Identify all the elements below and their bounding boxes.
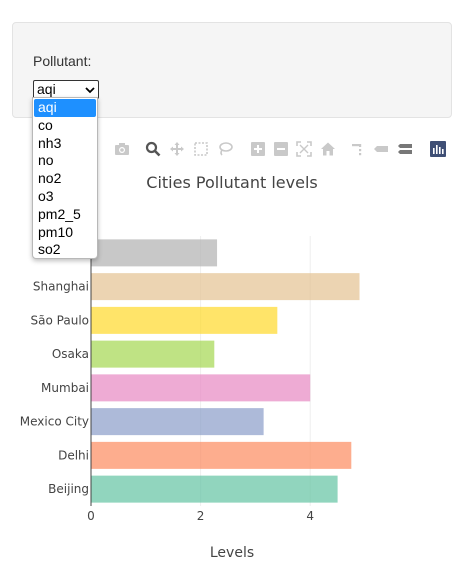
zoom-icon[interactable] (145, 141, 161, 157)
pan-icon[interactable] (169, 141, 185, 157)
zoom-in-icon[interactable] (250, 141, 266, 157)
dropdown-option-so2[interactable]: so2 (34, 241, 96, 259)
y-tick-label: Delhi (58, 448, 89, 462)
dropdown-option-no[interactable]: no (34, 152, 96, 170)
x-tick-label: 2 (197, 509, 205, 523)
dropdown-option-nh3[interactable]: nh3 (34, 135, 96, 153)
lasso-icon[interactable] (217, 141, 233, 157)
bar[interactable] (91, 273, 360, 301)
y-tick-label: Osaka (52, 347, 89, 361)
chart-modebar (114, 141, 454, 159)
dropdown-option-co[interactable]: co (34, 117, 96, 135)
chart-title: Cities Pollutant levels (146, 173, 317, 192)
y-tick-label: São Paulo (31, 313, 89, 327)
home-icon[interactable] (320, 141, 336, 157)
chevron-down-icon (85, 87, 95, 94)
box-select-icon[interactable] (193, 141, 209, 157)
autoscale-icon[interactable] (296, 141, 312, 157)
dropdown-option-o3[interactable]: o3 (34, 188, 96, 206)
hover-compare-icon[interactable] (397, 141, 413, 157)
x-tick-labels: 0 2 4 (87, 509, 314, 523)
spike-lines-icon[interactable] (349, 141, 365, 157)
bar[interactable] (91, 441, 352, 469)
x-tick-label: 0 (87, 509, 95, 523)
bar[interactable] (91, 306, 278, 334)
y-tick-label: Shanghai (33, 280, 89, 294)
pollutant-select-value: aqi (37, 81, 56, 97)
y-tick-label: Beijing (48, 482, 89, 496)
bar[interactable] (91, 340, 215, 368)
dropdown-option-no2[interactable]: no2 (34, 170, 96, 188)
bar[interactable] (91, 475, 338, 503)
dropdown-option-pm10[interactable]: pm10 (34, 224, 96, 242)
camera-icon[interactable] (114, 141, 130, 157)
x-tick-label: 4 (306, 509, 314, 523)
pollutant-label: Pollutant: (33, 53, 92, 69)
bar[interactable] (91, 239, 218, 267)
y-tick-label: Mexico City (20, 415, 89, 429)
zoom-out-icon[interactable] (273, 141, 289, 157)
dropdown-option-aqi[interactable]: aqi (34, 99, 96, 117)
plotly-logo-icon[interactable] (430, 141, 446, 157)
dropdown-option-pm2_5[interactable]: pm2_5 (34, 206, 96, 224)
x-axis-title: Levels (210, 545, 254, 561)
y-tick-labels: Beijing Delhi Mexico City Mumbai Osaka São Pa… (20, 280, 89, 497)
y-tick-label: Mumbai (41, 381, 89, 395)
bar[interactable] (91, 408, 264, 436)
bars (90, 236, 360, 506)
hover-closest-icon[interactable] (373, 141, 389, 157)
bar[interactable] (91, 374, 311, 402)
pollutant-dropdown-list: aqi co nh3 no no2 o3 pm2_5 pm10 so2 (32, 97, 98, 259)
